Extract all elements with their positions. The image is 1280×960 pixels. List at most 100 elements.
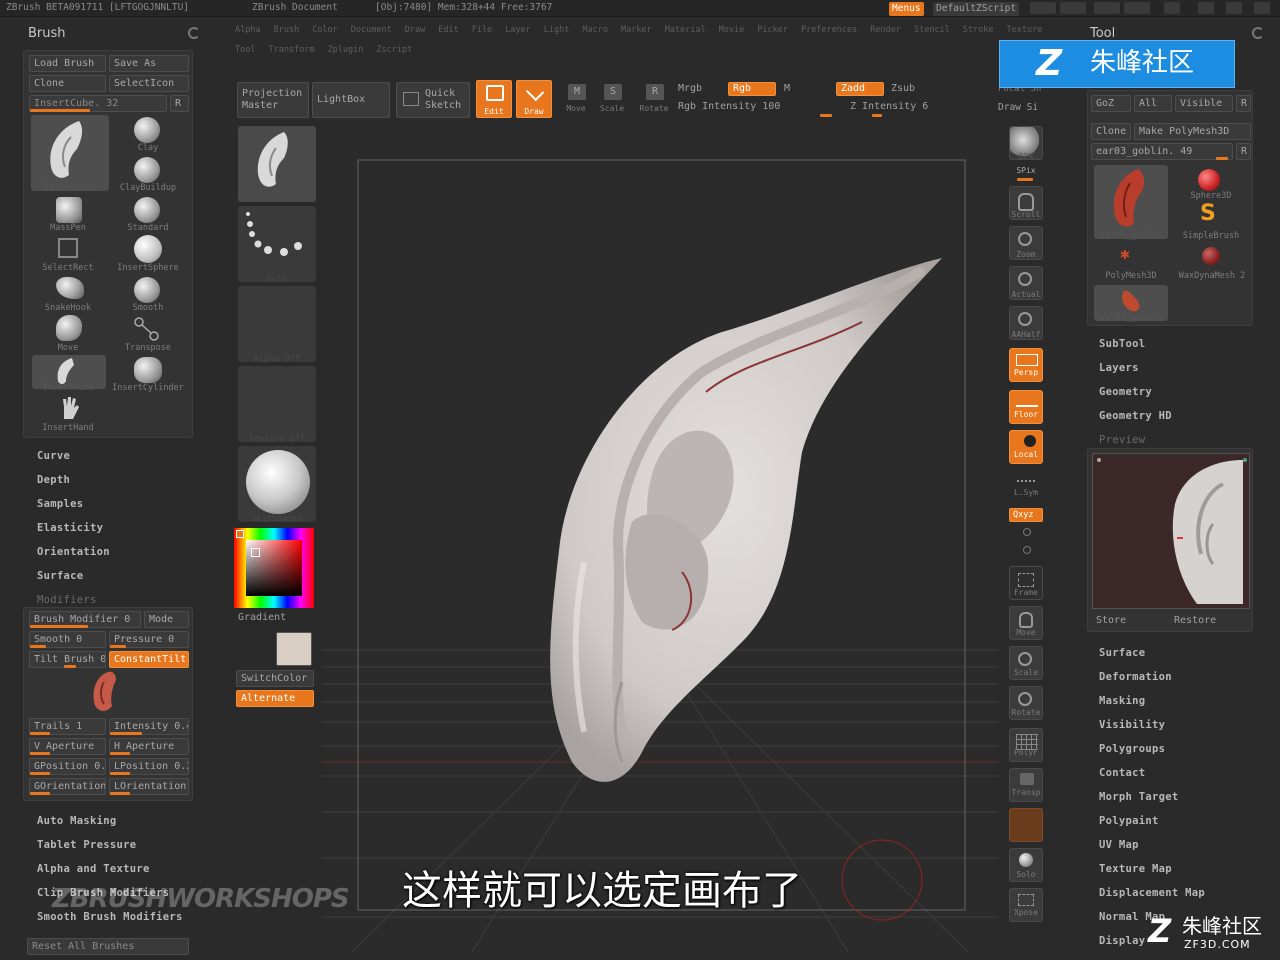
menu-item[interactable]: Zscript [376, 45, 412, 55]
visible-button[interactable]: Visible [1175, 95, 1233, 112]
material-thumb[interactable] [238, 446, 316, 522]
section-auto-masking[interactable]: Auto Masking [37, 815, 116, 827]
brush-panel-title[interactable]: Brush [28, 26, 66, 41]
switch-color-button[interactable]: SwitchColor [236, 670, 314, 687]
snakehook-brush-icon[interactable] [56, 277, 84, 299]
qxyz-button[interactable]: Qxyz [1009, 508, 1043, 522]
m-button[interactable]: M [784, 83, 790, 94]
store-button[interactable]: Store [1096, 615, 1126, 626]
restore-button[interactable]: Restore [1174, 615, 1216, 626]
preview-viewport[interactable] [1092, 453, 1250, 609]
r-button[interactable]: R [170, 95, 189, 112]
clay-brush-icon[interactable] [134, 117, 160, 143]
section-polygroups[interactable]: Polygroups [1099, 743, 1165, 755]
section-subtool[interactable]: SubTool [1099, 338, 1145, 350]
section-visibility[interactable]: Visibility [1099, 719, 1165, 731]
section-tool-surface[interactable]: Surface [1099, 647, 1145, 659]
section-modifiers[interactable]: Modifiers [37, 594, 97, 606]
axis-z-icon[interactable] [1023, 546, 1031, 554]
section-contact[interactable]: Contact [1099, 767, 1145, 779]
stroke-dots-thumb[interactable] [238, 206, 316, 282]
color-picker[interactable] [234, 528, 314, 608]
menu-item[interactable]: Texture [1007, 25, 1043, 35]
section-masking[interactable]: Masking [1099, 695, 1145, 707]
section-samples[interactable]: Samples [37, 498, 83, 510]
tool-r-button[interactable]: R [1236, 95, 1251, 112]
rgb-intensity-slider[interactable]: Rgb Intensity 100 [678, 101, 780, 112]
section-geometry[interactable]: Geometry [1099, 386, 1152, 398]
secondary-color-swatch[interactable] [276, 632, 312, 666]
alpha-off-thumb[interactable] [238, 286, 316, 362]
menu-item[interactable]: Edit [438, 25, 458, 35]
ui-icon[interactable] [1124, 2, 1150, 14]
pan-right-icon[interactable] [1060, 2, 1086, 14]
layout-icon[interactable] [1094, 2, 1120, 14]
minimize-icon[interactable] [1198, 2, 1214, 14]
tool-r2-button[interactable]: R [1236, 143, 1251, 160]
spix-label[interactable]: SPix [1005, 166, 1047, 175]
mrgb-button[interactable]: Mrgb [678, 83, 702, 94]
insertcylinder-brush-icon[interactable] [134, 357, 162, 383]
load-brush-button[interactable]: Load Brush [29, 55, 106, 72]
section-curve[interactable]: Curve [37, 450, 70, 462]
waxdynamesh-tool-icon[interactable] [1202, 247, 1220, 265]
menu-item[interactable]: Stencil [914, 25, 950, 35]
maximize-icon[interactable] [1226, 2, 1242, 14]
menu-item[interactable]: Picker [757, 25, 788, 35]
selectrect-brush-icon[interactable] [58, 238, 78, 258]
section-morph-target[interactable]: Morph Target [1099, 791, 1178, 803]
rgb-button[interactable]: Rgb [728, 82, 776, 96]
lightbox-button[interactable]: LightBox [312, 82, 390, 118]
move-mode-button[interactable]: M Move [558, 82, 594, 118]
tool-panel-title[interactable]: Tool [1090, 26, 1115, 41]
edit-button[interactable]: Edit [476, 80, 512, 118]
mode-button[interactable]: Mode [144, 611, 189, 628]
section-elasticity[interactable]: Elasticity [37, 522, 103, 534]
claybuildup-brush-icon[interactable] [134, 157, 160, 183]
section-layers[interactable]: Layers [1099, 362, 1139, 374]
section-displacement-map[interactable]: Displacement Map [1099, 887, 1205, 899]
inserthand-brush-icon[interactable] [60, 395, 80, 421]
section-geometry-hd[interactable]: Geometry HD [1099, 410, 1172, 422]
ghost-button[interactable] [1009, 808, 1043, 842]
menu-item[interactable]: Alpha [235, 25, 261, 35]
menu-item[interactable]: Brush [274, 25, 300, 35]
menu-item[interactable]: Transform [268, 45, 314, 55]
section-orientation[interactable]: Orientation [37, 546, 110, 558]
pan-left-icon[interactable] [1030, 2, 1056, 14]
current-tool-slider[interactable]: ear03_goblin. 49 [1091, 143, 1233, 160]
tool-clone-button[interactable]: Clone [1091, 123, 1131, 140]
constant-tilt-button[interactable]: ConstantTilt [109, 651, 189, 668]
axis-y-icon[interactable] [1023, 528, 1031, 536]
section-alpha-and-texture[interactable]: Alpha and Texture [37, 863, 150, 875]
section-surface[interactable]: Surface [37, 570, 83, 582]
smooth-brush-icon[interactable] [134, 277, 160, 303]
transpose-brush-icon[interactable] [134, 317, 160, 341]
menu-item[interactable]: Movie [719, 25, 745, 35]
section-polypaint[interactable]: Polypaint [1099, 815, 1159, 827]
zsub-button[interactable]: Zsub [891, 83, 915, 94]
default-script-button[interactable]: DefaultZScript [933, 2, 1020, 16]
move-brush-icon[interactable] [56, 315, 82, 341]
zadd-button[interactable]: Zadd [836, 82, 884, 96]
section-display[interactable]: Display [1099, 935, 1145, 947]
section-uv-map[interactable]: UV Map [1099, 839, 1139, 851]
brush-thumb-insertcube-large[interactable] [31, 115, 109, 191]
section-preview[interactable]: Preview [1099, 434, 1145, 446]
menu-item[interactable]: Material [665, 25, 706, 35]
insertsphere-brush-icon[interactable] [134, 235, 162, 263]
menu-item[interactable]: Layer [505, 25, 531, 35]
menus-button[interactable]: Menus [889, 2, 924, 16]
sphere3d-tool-icon[interactable] [1198, 169, 1220, 191]
tool-refresh-icon[interactable] [1252, 27, 1264, 39]
menu-item[interactable]: Draw [405, 25, 425, 35]
goz-button[interactable]: GoZ [1091, 95, 1131, 112]
menu-item[interactable]: Light [544, 25, 570, 35]
simplebrush-tool-icon[interactable]: S [1200, 203, 1216, 225]
menu-item[interactable]: Preferences [801, 25, 857, 35]
tool-thumb-ear03-goblin[interactable] [1094, 165, 1168, 239]
texture-off-thumb[interactable] [238, 366, 316, 442]
all-button[interactable]: All [1134, 95, 1172, 112]
menu-item[interactable]: Stroke [963, 25, 994, 35]
select-icon-button[interactable]: SelectIcon [109, 75, 189, 92]
